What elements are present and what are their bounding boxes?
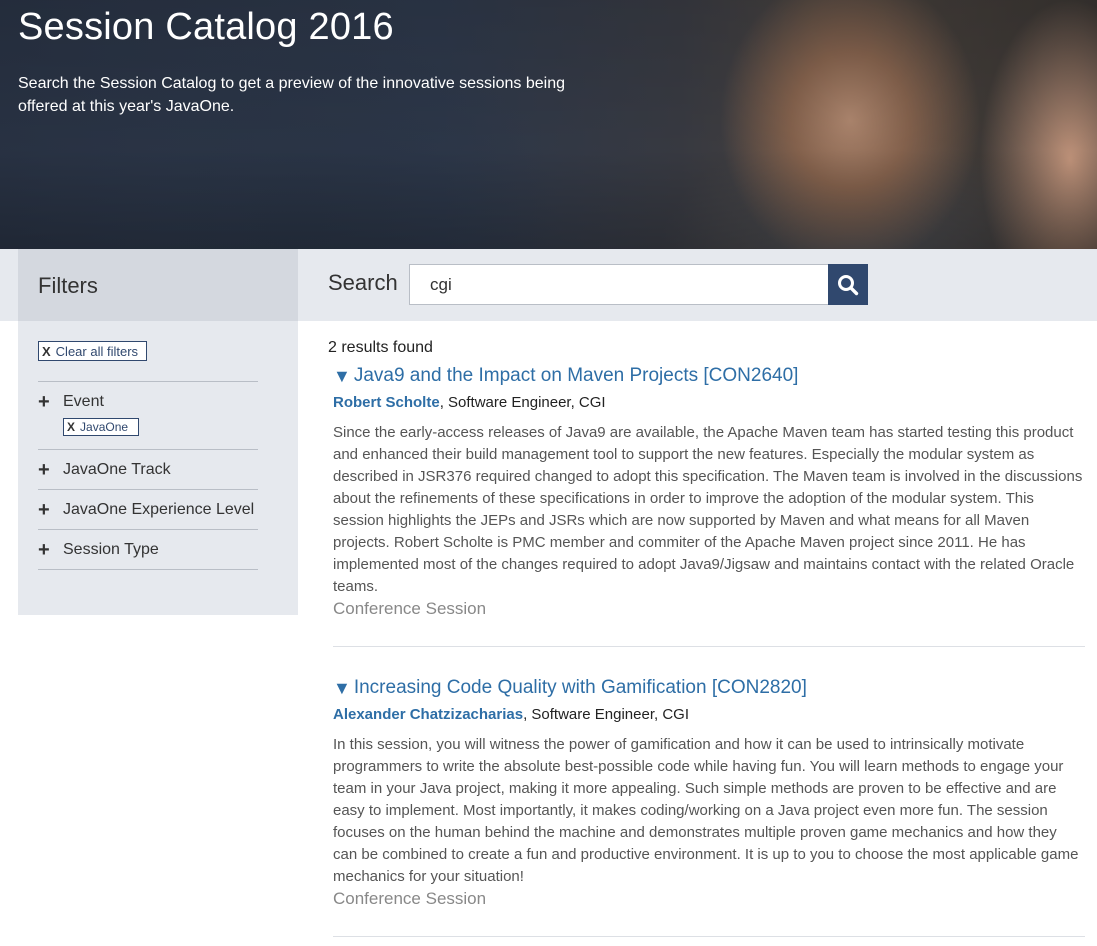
x-icon: X [67,420,76,434]
plus-icon: + [38,499,50,521]
filter-label: JavaOne Track [63,461,171,478]
x-icon: X [42,343,51,359]
speaker-role: , Software Engineer, CGI [439,394,606,411]
speaker-link[interactable]: Robert Scholte [333,394,440,411]
expand-triangle-icon: ▼ [333,365,351,386]
speaker-link[interactable]: Alexander Chatzizacharias [333,706,523,723]
filter-toggle-track[interactable]: + JavaOne Track [38,460,258,480]
filter-list: + Event X JavaOne + JavaOne Track + Java… [38,381,258,570]
result-speaker-line: Robert Scholte, Software Engineer, CGI [333,394,1085,411]
search-button[interactable] [828,264,868,305]
speaker-role: , Software Engineer, CGI [523,706,689,723]
result-abstract: Since the early-access releases of Java9… [333,424,1083,595]
divider [333,646,1085,647]
results-count: 2 results found [328,339,433,356]
active-filter-tag-javaone[interactable]: X JavaOne [63,418,140,436]
result-title: Java9 and the Impact on Maven Projects [… [353,365,799,386]
page-title: Session Catalog 2016 [18,6,394,48]
search-input[interactable] [409,264,829,305]
result-item: ▼ Increasing Code Quality with Gamificat… [333,677,1085,909]
clear-all-filters-button[interactable]: X Clear all filters [38,341,148,361]
result-title-link[interactable]: ▼ Java9 and the Impact on Maven Projects… [333,365,1085,387]
plus-icon: + [38,391,50,413]
result-title-link[interactable]: ▼ Increasing Code Quality with Gamificat… [333,677,1085,699]
session-type: Conference Session [333,889,487,908]
filter-label: Session Type [63,541,159,558]
hero-banner: Session Catalog 2016 Search the Session … [0,0,1097,249]
filter-label: JavaOne Experience Level [63,501,255,518]
hero-description: Search the Session Catalog to get a prev… [18,75,565,115]
filter-toggle-experience-level[interactable]: + JavaOne Experience Level [38,500,258,520]
clear-all-filters-label: Clear all filters [55,343,139,359]
filter-group-event: + Event X JavaOne [38,381,258,449]
plus-icon: + [38,459,50,481]
result-title: Increasing Code Quality with Gamificatio… [353,677,807,698]
active-filter-label: JavaOne [80,420,129,434]
filter-toggle-event[interactable]: + Event [38,392,258,412]
filter-label: Event [63,393,104,410]
expand-triangle-icon: ▼ [333,677,351,698]
plus-icon: + [38,539,50,561]
divider [333,936,1085,937]
filters-heading: Filters [18,249,298,321]
filters-sidebar: X Clear all filters + Event X JavaOne + … [18,321,298,615]
result-abstract: In this session, you will witness the po… [333,736,1079,885]
result-speaker-line: Alexander Chatzizacharias, Software Engi… [333,706,1085,723]
filter-group-session-type: + Session Type [38,529,258,570]
search-icon [838,274,859,295]
filter-toggle-session-type[interactable]: + Session Type [38,540,258,560]
session-type: Conference Session [333,599,487,618]
filter-group-track: + JavaOne Track [38,449,258,489]
filter-group-experience-level: + JavaOne Experience Level [38,489,258,529]
search-label: Search [328,270,398,295]
result-item: ▼ Java9 and the Impact on Maven Projects… [333,365,1085,619]
